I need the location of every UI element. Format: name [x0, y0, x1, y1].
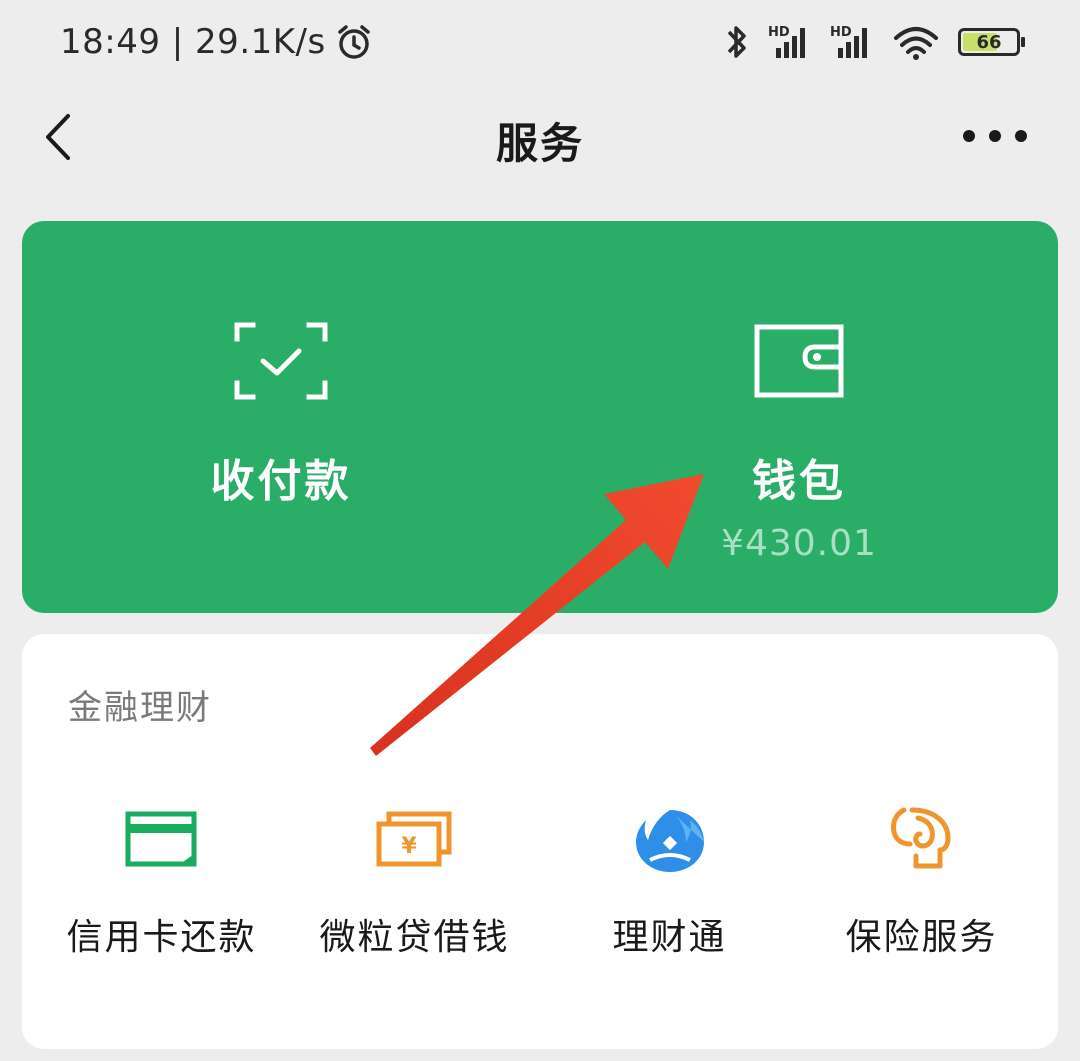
pay-receive-label: 收付款	[210, 456, 352, 507]
battery-level: 66	[976, 31, 1002, 53]
page-title: 服务	[495, 119, 584, 168]
svg-text:HD: HD	[830, 25, 852, 40]
nav-bar: 服务	[0, 90, 1080, 182]
service-label: 信用卡还款	[66, 917, 257, 958]
svg-text:HD: HD	[768, 25, 790, 40]
credit-card-icon	[125, 811, 196, 867]
status-bar: 18:49 | 29.1K/s HD HD 66	[0, 0, 1080, 90]
scan-check-icon	[234, 322, 328, 400]
service-grid: 信用卡还款 ¥ 微粒贷借钱 理财通 保险服务	[22, 804, 1058, 964]
insurance-button[interactable]: 保险服务	[792, 804, 1051, 964]
status-time-speed: 18:49 | 29.1K/s	[60, 22, 326, 62]
signal-hd-icon: HD	[830, 25, 867, 58]
pay-receive-button[interactable]: 收付款	[22, 221, 540, 613]
weilidai-loan-button[interactable]: ¥ 微粒贷借钱	[285, 804, 544, 964]
cash-loan-icon: ¥	[376, 811, 451, 867]
more-dots-icon	[963, 130, 1027, 142]
section-title: 金融理财	[68, 688, 212, 728]
service-label: 微粒贷借钱	[319, 917, 510, 958]
status-left: 18:49 | 29.1K/s	[60, 20, 374, 64]
wifi-icon	[894, 27, 938, 60]
wallet-label: 钱包	[752, 456, 846, 507]
battery-icon: 66	[958, 28, 1025, 56]
insurance-icon	[890, 807, 950, 869]
wallet-balance: ¥430.01	[721, 523, 877, 564]
pay-wallet-card: 收付款 钱包 ¥430.01	[22, 221, 1058, 613]
wallet-button[interactable]: 钱包 ¥430.01	[540, 221, 1058, 613]
wallet-icon	[754, 324, 844, 398]
bluetooth-icon	[727, 26, 746, 58]
service-label: 保险服务	[845, 917, 998, 958]
licaitong-button[interactable]: 理财通	[540, 804, 799, 964]
service-label: 理财通	[612, 917, 727, 958]
signal-hd-icon: HD	[768, 25, 805, 58]
alarm-icon	[337, 25, 370, 59]
svg-text:¥: ¥	[401, 834, 417, 859]
more-button[interactable]	[950, 112, 1040, 160]
licaitong-icon	[635, 810, 704, 872]
status-right: HD HD 66	[724, 20, 1025, 64]
credit-card-repay-button[interactable]: 信用卡还款	[32, 804, 291, 964]
finance-section: 金融理财 信用卡还款 ¥ 微粒贷借钱 理财通 保险服务	[22, 634, 1058, 1049]
